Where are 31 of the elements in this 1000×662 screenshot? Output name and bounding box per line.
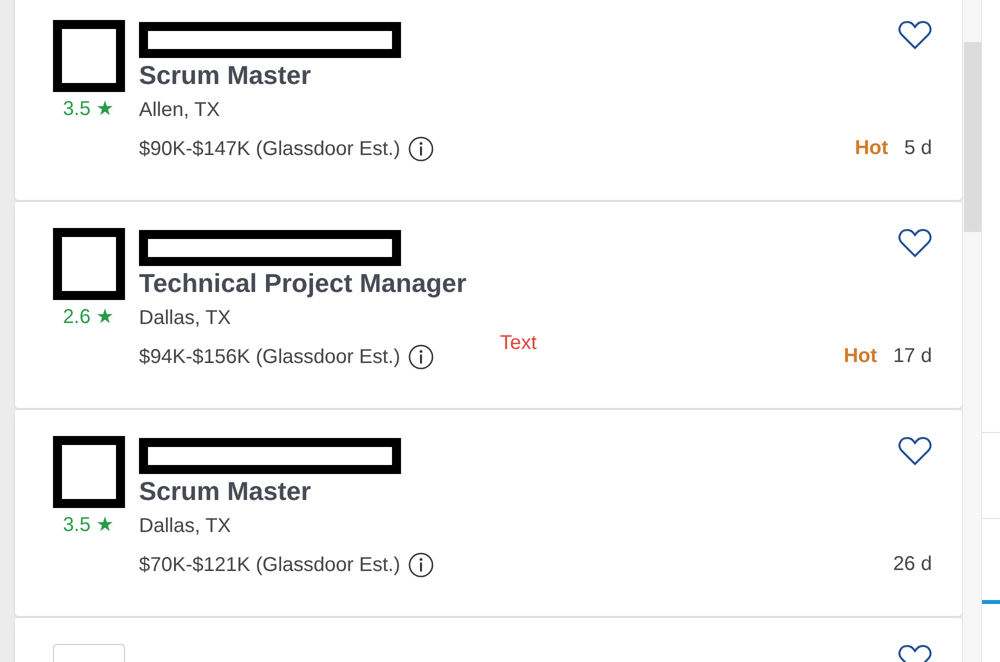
job-location: Allen, TX bbox=[139, 99, 220, 122]
job-title[interactable]: Technical Project Manager bbox=[139, 268, 467, 299]
company-logo bbox=[52, 436, 124, 508]
info-icon[interactable] bbox=[408, 344, 434, 370]
hot-label: Hot bbox=[844, 345, 878, 368]
job-card[interactable]: 2.6 ★ Technical Project Manager Dallas, TX $94K-$156K (Glassdoor Est.) Hot 17 d Text bbox=[15, 202, 962, 408]
rating: 3.5 ★ bbox=[62, 97, 114, 121]
company-logo bbox=[52, 20, 124, 92]
heart-icon[interactable] bbox=[898, 436, 932, 466]
salary-estimate: $70K-$121K (Glassdoor Est.) bbox=[139, 554, 400, 576]
job-title[interactable]: Scrum Master bbox=[139, 60, 311, 91]
info-icon[interactable] bbox=[408, 552, 434, 578]
salary-estimate: $94K-$156K (Glassdoor Est.) bbox=[139, 346, 400, 368]
rating: 2.6 ★ bbox=[62, 305, 114, 329]
info-icon[interactable] bbox=[408, 136, 434, 162]
company-logo bbox=[52, 228, 124, 300]
posted-age: 5 d bbox=[904, 137, 932, 160]
job-location: Dallas, TX bbox=[139, 307, 231, 330]
scrollbar-thumb[interactable] bbox=[964, 42, 981, 232]
hot-label: Hot bbox=[854, 137, 888, 160]
posted-age: 26 d bbox=[893, 553, 932, 576]
annotation-text: Text bbox=[500, 332, 537, 355]
job-card[interactable]: 3.5 ★ Scrum Master Dallas, TX $70K-$121K (Glassdoor Est.) 26 d bbox=[15, 410, 962, 616]
job-card[interactable]: 3.5 ★ Scrum Master Allen, TX $90K-$147K (Glassdoor Est.) Hot 5 d bbox=[15, 0, 962, 200]
salary-estimate: $90K-$147K (Glassdoor Est.) bbox=[139, 138, 400, 160]
heart-icon[interactable] bbox=[898, 228, 932, 258]
posted-age: 17 d bbox=[893, 345, 932, 368]
rating: 3.5 ★ bbox=[62, 513, 114, 537]
job-location: Dallas, TX bbox=[139, 515, 231, 538]
job-title[interactable]: Scrum Master bbox=[139, 476, 311, 507]
heart-icon[interactable] bbox=[898, 20, 932, 50]
